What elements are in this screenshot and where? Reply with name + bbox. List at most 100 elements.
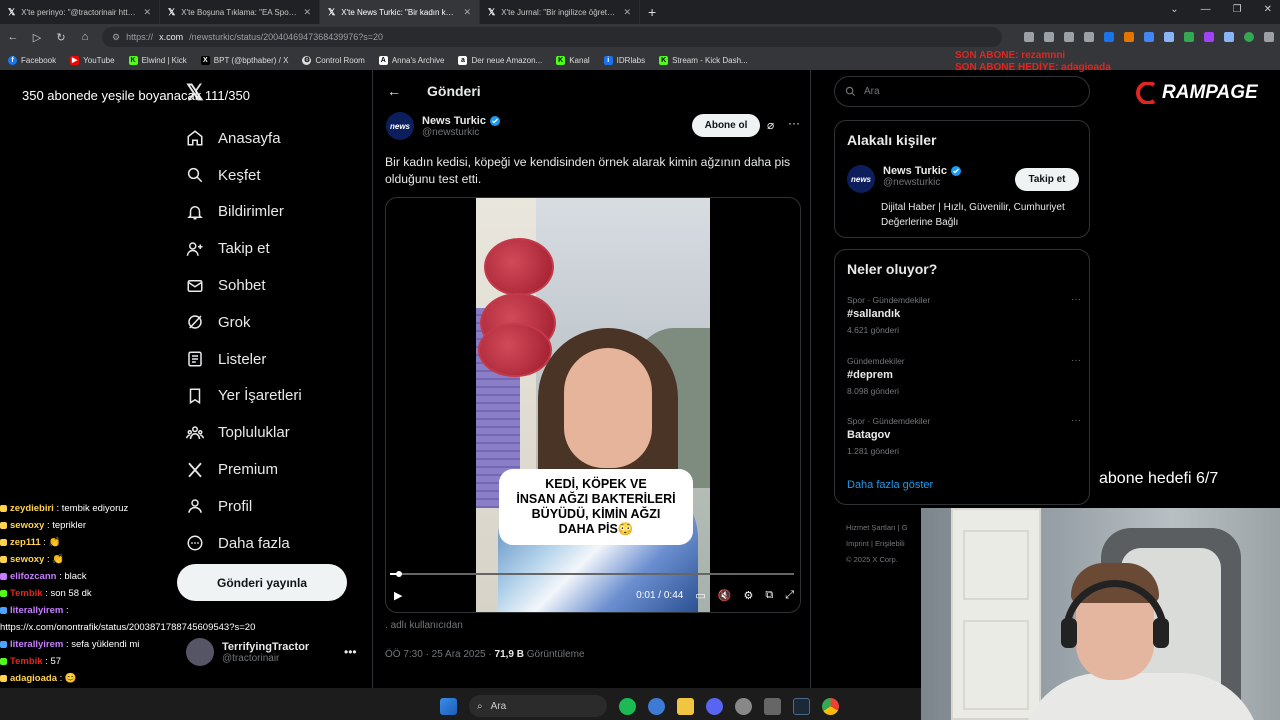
trend-item[interactable]: Spor · Gündemdekiler Batagov 1.281 gönde… bbox=[847, 416, 930, 456]
bookmark-control-room[interactable]: ⚙ Control Room bbox=[302, 55, 365, 65]
back-arrow-icon[interactable]: ← bbox=[387, 83, 401, 99]
trend-item[interactable]: Spor · Gündemdekiler #sallandık 4.621 gö… bbox=[847, 295, 930, 335]
bookmark-bpt[interactable]: X BPT (@bpthaber) / X bbox=[200, 55, 288, 65]
new-tab-button[interactable]: + bbox=[640, 4, 664, 20]
trend-more-icon[interactable]: ··· bbox=[1071, 355, 1081, 366]
trend-more-icon[interactable]: ··· bbox=[1071, 294, 1081, 305]
sidebar-item-notifications[interactable]: Bildirimler bbox=[186, 194, 302, 231]
close-window-icon[interactable]: ✕ bbox=[1264, 4, 1272, 15]
sidebar-item-explore[interactable]: Keşfet bbox=[186, 157, 302, 194]
browser-tab-1[interactable]: 𝕏 X'te perinyo: "@tractorinair http... ✕ bbox=[0, 0, 160, 24]
post-author[interactable]: news News Turkic @newsturkic bbox=[386, 112, 501, 140]
extensions-puzzle-icon[interactable] bbox=[1164, 32, 1174, 42]
extension-green-icon[interactable] bbox=[1184, 32, 1194, 42]
browser-tab-4[interactable]: 𝕏 X'te Jurnal: "Bir ingilizce öğretm... ✕ bbox=[480, 0, 640, 24]
sidebar-item-communities[interactable]: Topluluklar bbox=[186, 414, 302, 451]
play-icon[interactable]: ▶ bbox=[394, 589, 402, 602]
share-icon[interactable] bbox=[1064, 32, 1074, 42]
sidebar-item-bookmarks[interactable]: Yer İşaretleri bbox=[186, 378, 302, 415]
url-field[interactable]: ⚙ https:// x.com/newsturkic/status/200404… bbox=[102, 27, 1002, 47]
footer-link[interactable]: Imprint | Erişilebili bbox=[846, 536, 908, 552]
windows-start-icon[interactable] bbox=[440, 697, 457, 715]
search-input[interactable]: Ara bbox=[834, 76, 1090, 107]
bookmark-facebook[interactable]: f Facebook bbox=[8, 55, 56, 65]
extension-orange-icon[interactable] bbox=[1124, 32, 1134, 42]
bookmark-elwind[interactable]: K Elwind | Kick bbox=[128, 55, 187, 65]
bookmark-label: Control Room bbox=[315, 55, 365, 65]
panel-title: Neler oluyor? bbox=[847, 261, 938, 277]
steam-icon[interactable] bbox=[793, 697, 810, 715]
url-prefix: https:// bbox=[126, 32, 154, 42]
bookmark-annas-archive[interactable]: A Anna's Archive bbox=[378, 55, 444, 65]
minimize-icon[interactable]: — bbox=[1201, 4, 1211, 15]
bookmark-idrlabs[interactable]: i IDRlabs bbox=[603, 55, 645, 65]
trend-more-icon[interactable]: ··· bbox=[1071, 415, 1081, 426]
sidebar-item-home[interactable]: Anasayfa bbox=[186, 120, 302, 157]
video-progress-handle[interactable] bbox=[396, 571, 403, 577]
show-more-link[interactable]: Daha fazla göster bbox=[847, 479, 933, 491]
browser-tab-2[interactable]: 𝕏 X'te Boşuna Tıklama: "EA Sports... ✕ bbox=[160, 0, 320, 24]
author-handle[interactable]: @newsturkic bbox=[422, 127, 501, 138]
spotify-icon[interactable] bbox=[619, 697, 636, 715]
related-user[interactable]: news News Turkic @newsturkic bbox=[847, 165, 962, 193]
zoom-icon[interactable] bbox=[1044, 32, 1054, 42]
sidepanel-icon[interactable] bbox=[1224, 32, 1234, 42]
sidebar-item-follow[interactable]: Takip et bbox=[186, 230, 302, 267]
bookmark-kick-dashboard[interactable]: K Stream - Kick Dash... bbox=[659, 55, 748, 65]
sidebar-item-grok[interactable]: Grok bbox=[186, 304, 302, 341]
extension-translate-icon[interactable] bbox=[1104, 32, 1114, 42]
reload-icon[interactable]: ↻ bbox=[54, 31, 68, 44]
post-timestamp[interactable]: ÖÖ 7:30 · 25 Ara 2025 · bbox=[385, 649, 495, 660]
obs-icon[interactable] bbox=[735, 697, 752, 715]
avatar[interactable]: news bbox=[847, 165, 875, 193]
menu-icon[interactable] bbox=[1264, 32, 1274, 42]
subscribe-button[interactable]: Abone ol bbox=[692, 114, 760, 137]
bookmark-amazon[interactable]: a Der neue Amazon... bbox=[458, 55, 542, 65]
avatar[interactable]: news bbox=[386, 112, 414, 140]
mute-icon[interactable]: 🔇 bbox=[718, 589, 732, 602]
bookmark-kanal[interactable]: K Kanal bbox=[556, 55, 590, 65]
follow-button[interactable]: Takip et bbox=[1015, 168, 1079, 191]
footer-link[interactable]: Hizmet Şartları | G bbox=[846, 520, 908, 536]
close-icon[interactable]: ✕ bbox=[623, 7, 631, 18]
maximize-icon[interactable]: ❐ bbox=[1233, 4, 1242, 15]
video-progress-bar[interactable] bbox=[390, 571, 794, 577]
file-explorer-icon[interactable] bbox=[677, 697, 694, 715]
back-icon[interactable]: ← bbox=[6, 31, 20, 43]
download-icon[interactable] bbox=[1024, 32, 1034, 42]
tab-search-icon[interactable]: ⌄ bbox=[1170, 4, 1178, 15]
close-icon[interactable]: ✕ bbox=[303, 7, 311, 18]
extension-purple-icon[interactable] bbox=[1204, 32, 1214, 42]
trend-item[interactable]: Gündemdekiler #deprem 8.098 gönderi bbox=[847, 356, 905, 396]
sidebar-item-premium[interactable]: Premium bbox=[186, 451, 302, 488]
related-name[interactable]: News Turkic bbox=[883, 165, 947, 177]
more-icon[interactable]: ··· bbox=[788, 116, 800, 130]
grok-icon[interactable]: ⌀ bbox=[767, 118, 774, 132]
taskbar-search[interactable]: ⌕ Ara bbox=[469, 695, 607, 717]
sidebar-item-lists[interactable]: Listeler bbox=[186, 341, 302, 378]
related-handle[interactable]: @newsturkic bbox=[883, 177, 962, 188]
discord-icon[interactable] bbox=[706, 697, 723, 715]
calculator-icon[interactable] bbox=[764, 697, 781, 715]
browser-icon[interactable] bbox=[648, 697, 665, 715]
settings-icon[interactable]: ⚙ bbox=[743, 589, 753, 602]
close-icon[interactable]: ✕ bbox=[143, 7, 151, 18]
captions-icon[interactable]: ▭ bbox=[695, 589, 705, 602]
bookmark-star-icon[interactable] bbox=[1084, 32, 1094, 42]
video-player[interactable]: KEDİ, KÖPEK VE İNSAN AĞZI BAKTERİLERİ BÜ… bbox=[385, 197, 801, 613]
user-tag[interactable]: . adlı kullanıcıdan bbox=[385, 620, 463, 631]
extension-blue-icon[interactable] bbox=[1144, 32, 1154, 42]
bookmark-youtube[interactable]: ▶ YouTube bbox=[70, 55, 115, 65]
fullscreen-icon[interactable]: ⤢ bbox=[785, 589, 794, 602]
browser-tab-3[interactable]: 𝕏 X'te News Turkic: "Bir kadın kedi... ✕ bbox=[320, 0, 480, 24]
profile-avatar-icon[interactable] bbox=[1244, 32, 1254, 42]
chrome-icon[interactable] bbox=[822, 697, 839, 715]
author-name[interactable]: News Turkic bbox=[422, 115, 486, 127]
sidebar-item-messages[interactable]: Sohbet bbox=[186, 267, 302, 304]
pip-icon[interactable]: ⧉ bbox=[765, 589, 773, 602]
site-info-icon[interactable]: ⚙ bbox=[112, 32, 120, 43]
forward-icon[interactable]: ▷ bbox=[30, 31, 44, 44]
close-icon[interactable]: ✕ bbox=[463, 7, 471, 18]
chat-text[interactable]: https://x.com/onontrafik/status/20038717… bbox=[0, 622, 255, 633]
home-icon[interactable]: ⌂ bbox=[78, 31, 92, 43]
